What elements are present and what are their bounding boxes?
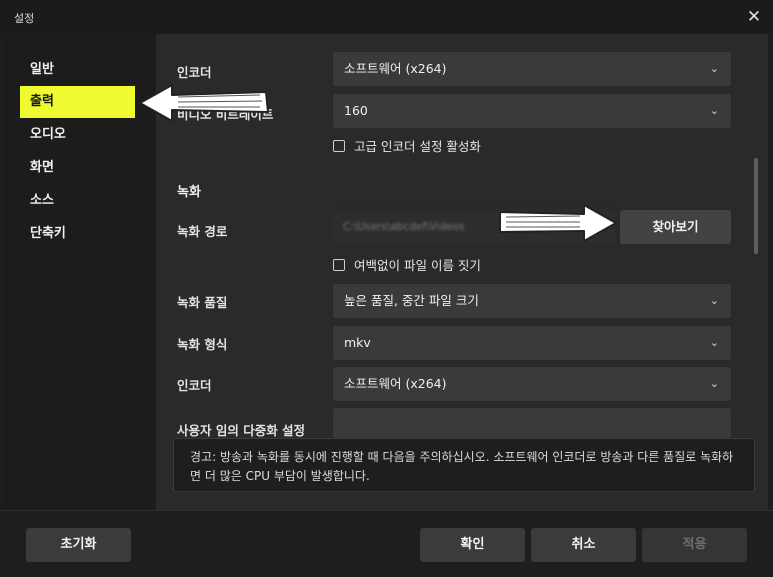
video-bitrate-label: 비디오 비트레이트 [177,107,274,122]
sidebar-item-label: 화면 [30,160,54,175]
sidebar-item-general[interactable]: 일반 [20,54,135,86]
recording-path-label: 녹화 경로 [177,224,228,239]
chevron-down-icon: ⌄ [709,377,719,390]
dialog-footer: 초기화 확인 취소 적용 [0,510,773,577]
stream-encoder-select[interactable]: 소프트웨어 (x264) ⌄ [333,52,731,86]
custom-muxer-input[interactable] [333,408,731,438]
recording-encoder-value: 소프트웨어 (x264) [344,376,447,391]
sidebar-item-sources[interactable]: 소스 [20,185,135,217]
settings-sidebar: 일반 출력 오디오 화면 소스 단축키 [4,34,157,510]
stream-encoder-label: 인코더 [177,65,212,80]
chevron-down-icon: ⌄ [709,336,719,349]
ok-button[interactable]: 확인 [420,528,525,562]
sidebar-item-label: 일반 [30,62,54,77]
window-title: 설정 [14,12,35,25]
no-space-filename-checkbox-label: 여백없이 파일 이름 짓기 [354,258,481,273]
recording-quality-value: 높은 품질, 중간 파일 크기 [344,293,479,308]
browse-button[interactable]: 찾아보기 [620,210,731,244]
advanced-encoder-checkbox-label: 고급 인코더 설정 활성화 [354,139,481,154]
chevron-down-icon: ⌄ [709,294,719,307]
advanced-encoder-checkbox[interactable]: 고급 인코더 설정 활성화 [333,138,481,156]
sidebar-item-output[interactable]: 출력 [20,86,135,118]
stream-encoder-value: 소프트웨어 (x264) [344,61,447,76]
title-bar: 설정 ✕ [0,0,773,34]
recording-path-input[interactable]: C:\Users\abcdef\Videos [333,210,616,244]
sidebar-item-label: 단축키 [30,226,66,241]
recording-format-select[interactable]: mkv ⌄ [333,326,731,360]
output-settings-panel: 인코더 소프트웨어 (x264) ⌄ 비디오 비트레이트 160 ⌄ 고급 인코… [157,34,768,510]
scrollbar-thumb[interactable] [754,158,758,254]
warning-message: 경고: 방송과 녹화를 동시에 진행할 때 다음을 주의하십시오. 소프트웨어 … [173,438,755,492]
sidebar-item-label: 소스 [30,193,54,208]
recording-format-label: 녹화 형식 [177,337,228,352]
recording-encoder-select[interactable]: 소프트웨어 (x264) ⌄ [333,367,731,401]
no-space-filename-checkbox[interactable]: 여백없이 파일 이름 짓기 [333,257,481,275]
apply-button[interactable]: 적용 [642,528,747,562]
sidebar-item-hotkeys[interactable]: 단축키 [20,218,135,250]
chevron-down-icon: ⌄ [709,62,719,75]
chevron-down-icon: ⌄ [709,104,719,117]
checkbox-icon [333,140,345,152]
sidebar-item-label: 출력 [30,94,54,109]
video-bitrate-select[interactable]: 160 ⌄ [333,94,731,128]
reset-button[interactable]: 초기화 [26,528,131,562]
custom-muxer-label: 사용자 임의 다중화 설정 [177,423,306,438]
recording-quality-select[interactable]: 높은 품질, 중간 파일 크기 ⌄ [333,284,731,318]
close-icon[interactable]: ✕ [743,6,765,28]
cancel-button[interactable]: 취소 [531,528,636,562]
recording-quality-label: 녹화 품질 [177,295,228,310]
sidebar-item-audio[interactable]: 오디오 [20,119,135,151]
recording-format-value: mkv [344,335,371,350]
checkbox-icon [333,259,345,271]
sidebar-item-video[interactable]: 화면 [20,152,135,184]
sidebar-item-label: 오디오 [30,127,66,142]
video-bitrate-value: 160 [344,103,368,118]
recording-encoder-label: 인코더 [177,378,212,393]
recording-section-title: 녹화 [177,185,201,200]
